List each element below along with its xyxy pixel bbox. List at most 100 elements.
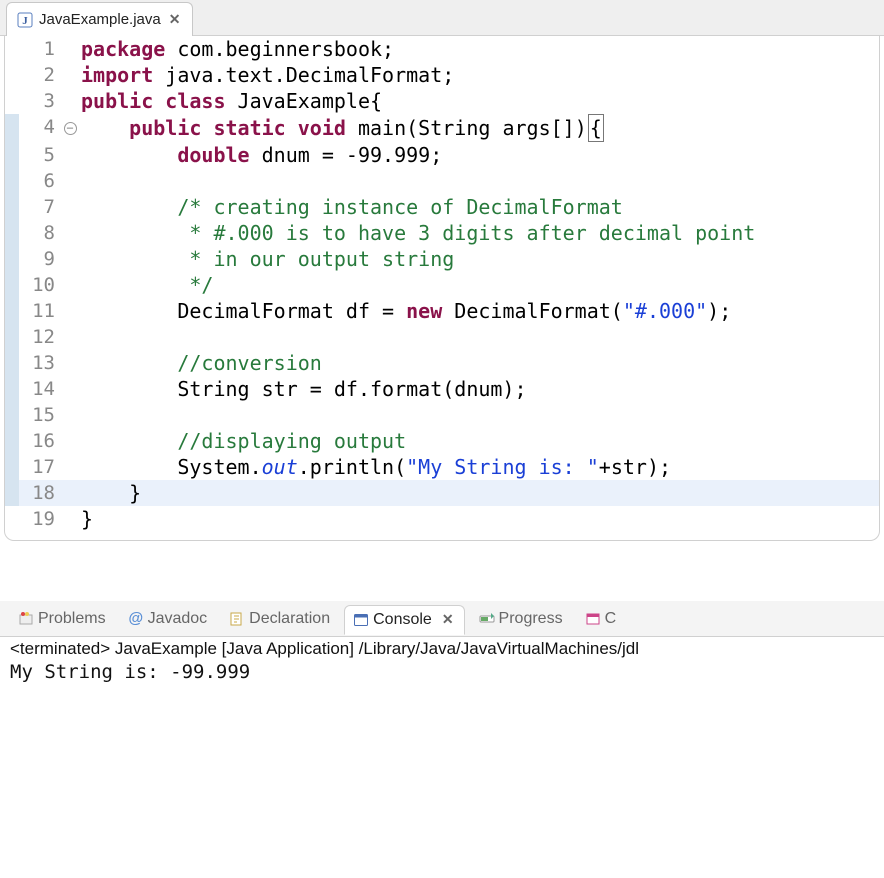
comment: * in our output string (189, 247, 454, 271)
gutter-marker (5, 480, 19, 506)
line-number: 9 (19, 246, 61, 272)
line-number: 3 (19, 88, 61, 114)
code-token (201, 116, 213, 140)
fold-toggle (61, 142, 79, 168)
console-output: My String is: -99.999 (10, 661, 878, 683)
code-line[interactable]: 12 (5, 324, 879, 350)
code-text[interactable]: public static void main(String args[]){ (79, 114, 879, 142)
code-line[interactable]: 19} (5, 506, 879, 532)
field-ref: out (262, 455, 298, 479)
fold-toggle (61, 454, 79, 480)
code-line[interactable]: 7 /* creating instance of DecimalFormat (5, 194, 879, 220)
code-text[interactable]: */ (79, 272, 879, 298)
code-line[interactable]: 15 (5, 402, 879, 428)
tab-extra-label: C (605, 610, 617, 628)
code-text[interactable] (79, 402, 879, 428)
code-token: DecimalFormat( (442, 299, 623, 323)
code-text[interactable]: public class JavaExample{ (79, 88, 879, 114)
code-text[interactable]: DecimalFormat df = new DecimalFormat("#.… (79, 298, 879, 324)
code-text[interactable]: import java.text.DecimalFormat; (79, 62, 879, 88)
line-number: 2 (19, 62, 61, 88)
line-number: 6 (19, 168, 61, 194)
code-line[interactable]: 8 * #.000 is to have 3 digits after deci… (5, 220, 879, 246)
close-icon[interactable]: ✕ (167, 11, 183, 28)
editor-tab-javaexample[interactable]: J JavaExample.java ✕ (6, 2, 193, 36)
code-text[interactable]: double dnum = -99.999; (79, 142, 879, 168)
gutter-marker (5, 272, 19, 298)
code-line[interactable]: 1package com.beginnersbook; (5, 36, 879, 62)
code-token: main(String args[]) (346, 116, 587, 140)
line-number: 16 (19, 428, 61, 454)
fold-toggle (61, 168, 79, 194)
tab-console[interactable]: Console ✕ (344, 605, 464, 635)
tab-declaration[interactable]: Declaration (221, 605, 338, 633)
code-token: } (81, 507, 93, 531)
line-number: 13 (19, 350, 61, 376)
code-text[interactable]: String str = df.format(dnum); (79, 376, 879, 402)
code-line[interactable]: 4− public static void main(String args[]… (5, 114, 879, 142)
tab-progress[interactable]: Progress (471, 605, 571, 633)
fold-toggle (61, 324, 79, 350)
line-number: 19 (19, 506, 61, 532)
tab-javadoc[interactable]: @ Javadoc (120, 605, 216, 633)
console-view: <terminated> JavaExample [Java Applicati… (0, 637, 884, 687)
code-line[interactable]: 18 } (5, 480, 879, 506)
keyword: void (298, 116, 346, 140)
gutter-marker (5, 454, 19, 480)
gutter-marker (5, 428, 19, 454)
editor-tab-title: JavaExample.java (39, 11, 161, 28)
fold-toggle[interactable]: − (61, 114, 79, 142)
code-text[interactable]: } (79, 506, 879, 532)
code-editor[interactable]: 1package com.beginnersbook;2 import java.… (4, 36, 880, 541)
fold-minus-icon: − (64, 122, 77, 135)
line-number: 10 (19, 272, 61, 298)
gutter-marker (5, 114, 19, 142)
code-text[interactable]: * in our output string (79, 246, 879, 272)
code-line[interactable]: 16 //displaying output (5, 428, 879, 454)
code-line[interactable]: 3 public class JavaExample{ (5, 88, 879, 114)
code-line[interactable]: 6 (5, 168, 879, 194)
code-token (81, 429, 177, 453)
svg-text:J: J (22, 15, 28, 27)
code-text[interactable]: } (79, 480, 879, 506)
tab-extra[interactable]: C (577, 605, 625, 633)
code-text[interactable]: package com.beginnersbook; (79, 36, 879, 62)
line-number: 17 (19, 454, 61, 480)
line-number: 7 (19, 194, 61, 220)
line-number: 11 (19, 298, 61, 324)
gutter-marker (5, 88, 19, 114)
code-text[interactable] (79, 168, 879, 194)
tab-problems-label: Problems (38, 610, 106, 628)
fold-toggle (61, 62, 79, 88)
fold-toggle (61, 350, 79, 376)
code-line[interactable]: 11 DecimalFormat df = new DecimalFormat(… (5, 298, 879, 324)
keyword: import (81, 63, 153, 87)
gutter-marker (5, 220, 19, 246)
code-line[interactable]: 14 String str = df.format(dnum); (5, 376, 879, 402)
code-line[interactable]: 10 */ (5, 272, 879, 298)
code-line[interactable]: 13 //conversion (5, 350, 879, 376)
gutter-marker (5, 246, 19, 272)
code-text[interactable] (79, 324, 879, 350)
code-text[interactable]: /* creating instance of DecimalFormat (79, 194, 879, 220)
code-line[interactable]: 9 * in our output string (5, 246, 879, 272)
code-line[interactable]: 17 System.out.println("My String is: "+s… (5, 454, 879, 480)
line-number: 18 (19, 480, 61, 506)
gutter-marker (5, 36, 19, 62)
fold-toggle (61, 36, 79, 62)
tab-problems[interactable]: Problems (10, 605, 114, 633)
code-text[interactable]: //conversion (79, 350, 879, 376)
code-line[interactable]: 2 import java.text.DecimalFormat; (5, 62, 879, 88)
code-text[interactable]: //displaying output (79, 428, 879, 454)
comment: */ (189, 273, 213, 297)
code-token (81, 116, 129, 140)
code-token: com.beginnersbook; (165, 37, 394, 61)
keyword: static (213, 116, 285, 140)
line-number: 12 (19, 324, 61, 350)
code-text[interactable]: System.out.println("My String is: "+str)… (79, 454, 879, 480)
code-text[interactable]: * #.000 is to have 3 digits after decima… (79, 220, 879, 246)
code-line[interactable]: 5 double dnum = -99.999; (5, 142, 879, 168)
fold-toggle (61, 480, 79, 506)
console-status: <terminated> JavaExample [Java Applicati… (10, 639, 878, 659)
console-close-icon[interactable]: ✕ (440, 611, 456, 628)
